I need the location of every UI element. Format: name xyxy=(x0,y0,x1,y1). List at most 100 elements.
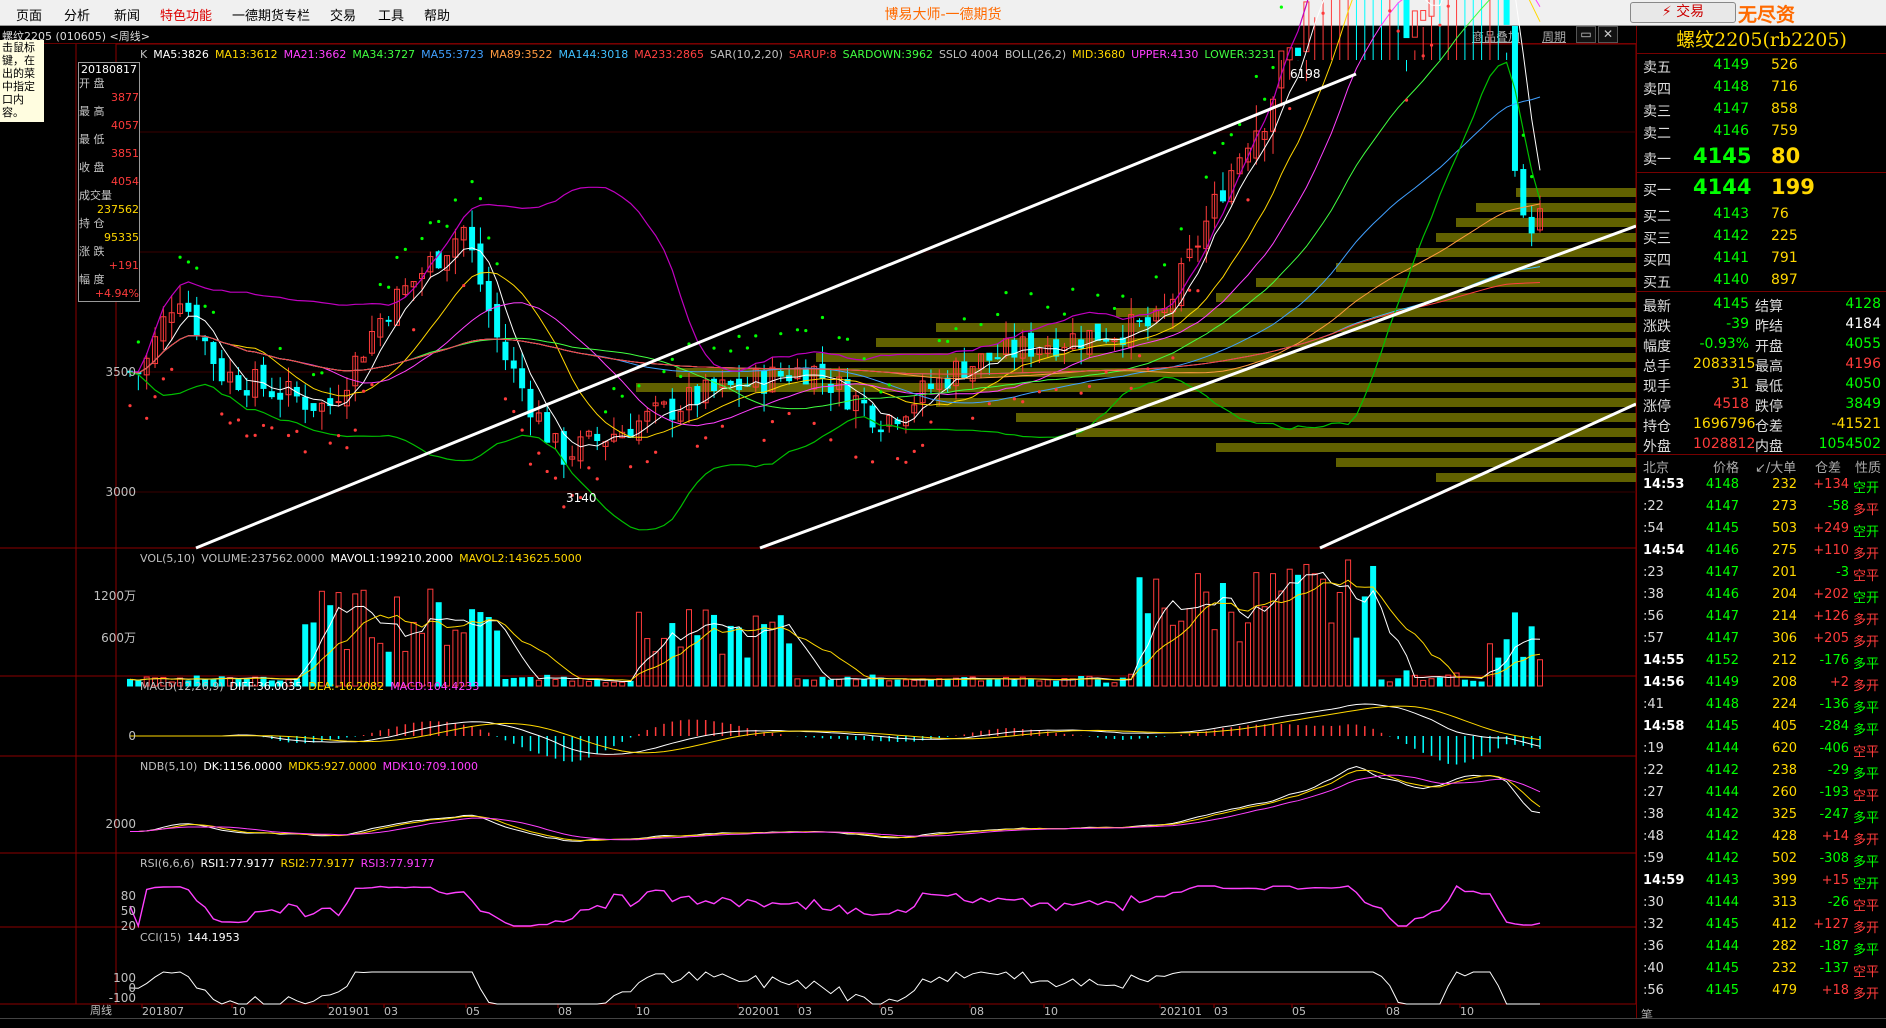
sar-dot xyxy=(1112,306,1117,311)
candle-body xyxy=(494,303,501,338)
indicator-item: MA89:3522 xyxy=(490,48,553,61)
quote-value: 1054502 xyxy=(1818,436,1881,452)
sar-dot xyxy=(1054,387,1058,392)
candle-body xyxy=(544,412,551,443)
sar-dot xyxy=(1062,312,1067,316)
price-tick-label: 3500 xyxy=(105,365,136,379)
volume-bar xyxy=(1211,629,1218,687)
volume-bar xyxy=(794,678,801,687)
data-window-label: 幅 度 xyxy=(79,273,105,286)
sar-dot xyxy=(654,450,658,454)
candle-body xyxy=(1503,0,1510,25)
volume-bar xyxy=(1044,679,1051,687)
sar-dot xyxy=(1204,175,1208,179)
indicator-item: MA233:2865 xyxy=(634,48,704,61)
volume-bar xyxy=(619,681,626,687)
tick-price: 4145 xyxy=(1705,719,1739,734)
candle-body xyxy=(869,405,876,428)
volume-bar xyxy=(1053,680,1060,687)
bid-row: 买五 4140 897 xyxy=(1637,269,1886,291)
book-label: 卖四 xyxy=(1643,82,1671,98)
candle-body xyxy=(1136,320,1143,323)
tick-volume: 428 xyxy=(1772,829,1797,844)
quote-label: 最新 xyxy=(1643,299,1671,315)
sar-dot xyxy=(537,451,541,455)
sar-dot xyxy=(1029,292,1033,296)
tick-oi-change: +126 xyxy=(1813,609,1849,624)
volume-profile-bar xyxy=(1076,428,1636,437)
sar-dot xyxy=(904,460,908,464)
sar-dot xyxy=(971,416,975,420)
volume-bar xyxy=(1270,573,1277,687)
rsi-tick-label: 80 xyxy=(121,889,136,903)
volume-profile-bar xyxy=(936,398,1636,407)
tick-row: :36 4144 282 -187 多平 xyxy=(1637,936,1886,958)
chart-canvas[interactable]: K MA5:3826 MA13:3612 MA21:3662 MA34:3727 MA55… xyxy=(0,0,1636,1018)
tick-volume: 503 xyxy=(1772,521,1797,536)
quote-value: 1696796 xyxy=(1693,416,1756,432)
indicator-item: CCI(15) xyxy=(140,931,181,944)
trade-button[interactable]: ⚡ 交易 xyxy=(1630,2,1736,23)
tick-price: 4142 xyxy=(1705,829,1739,844)
sar-dot xyxy=(1187,288,1192,292)
tick-price: 4149 xyxy=(1705,675,1739,690)
volume-bar xyxy=(1278,590,1285,687)
indicator-legend-vol: VOL(5,10) VOLUME:237562.0000 MAVOL1:199210… xyxy=(140,552,582,565)
tick-nature: 多开 xyxy=(1853,679,1880,694)
quote-row: 幅度 -0.93% 开盘 4055 xyxy=(1637,334,1886,355)
candle-body xyxy=(235,375,242,391)
tick-time: :36 xyxy=(1643,939,1664,954)
tick-time: 14:56 xyxy=(1643,675,1685,690)
volume-bar xyxy=(1336,591,1343,687)
candle-body xyxy=(210,342,217,364)
sar-dot xyxy=(937,338,941,343)
sar-dot xyxy=(645,460,649,464)
tick-nature: 多开 xyxy=(1853,921,1880,936)
ndb-tick-label: 2000 xyxy=(105,817,136,831)
candle-body xyxy=(1028,332,1035,357)
x-tick-label: 201901 xyxy=(328,1005,370,1018)
candle-body xyxy=(1053,339,1060,357)
candle-body xyxy=(260,364,267,389)
sar-dot xyxy=(453,198,457,202)
x-tick-label: 05 xyxy=(1292,1005,1306,1018)
tick-oi-change: +110 xyxy=(1813,543,1849,558)
quote-label: 现手 xyxy=(1643,379,1671,395)
status-bar xyxy=(0,1018,1886,1028)
volume-bar xyxy=(819,676,826,687)
tick-row: :38 4142 325 -247 多平 xyxy=(1637,804,1886,826)
volume-bar xyxy=(811,679,818,687)
sar-dot xyxy=(503,397,508,401)
sar-dot xyxy=(587,466,591,470)
quote-value: 1028812 xyxy=(1693,436,1756,452)
tick-time: :59 xyxy=(1643,851,1664,866)
sar-dot xyxy=(1421,54,1425,58)
book-volume: 897 xyxy=(1771,272,1798,288)
sar-dot xyxy=(1121,294,1125,298)
volume-bar xyxy=(477,612,484,687)
sar-dot xyxy=(1104,370,1108,374)
sar-dot xyxy=(286,433,291,438)
volume-bar xyxy=(427,588,434,687)
tick-oi-change: -136 xyxy=(1819,697,1849,712)
volume-bar xyxy=(994,678,1001,687)
quote-value: 4128 xyxy=(1845,296,1881,312)
cci-line xyxy=(129,971,1540,1005)
volume-bar xyxy=(1470,680,1477,687)
sar-dot xyxy=(787,411,791,416)
sar-dot xyxy=(1271,65,1275,70)
x-tick-label: 03 xyxy=(384,1005,398,1018)
sar-dot xyxy=(1071,287,1075,291)
data-window-value: +191 xyxy=(108,259,139,272)
sar-dot xyxy=(261,423,266,428)
x-tick-label: 08 xyxy=(970,1005,984,1018)
tick-time: 14:59 xyxy=(1643,873,1685,888)
candle-body xyxy=(1144,317,1151,327)
sar-dot xyxy=(1288,106,1292,111)
sar-dot xyxy=(1229,133,1233,137)
sar-dot xyxy=(353,428,357,432)
volume-bar xyxy=(577,677,584,687)
tick-row: :32 4145 412 +127 多开 xyxy=(1637,914,1886,936)
indicator-item: NDB(5,10) xyxy=(140,760,197,773)
candle-body xyxy=(277,392,284,400)
